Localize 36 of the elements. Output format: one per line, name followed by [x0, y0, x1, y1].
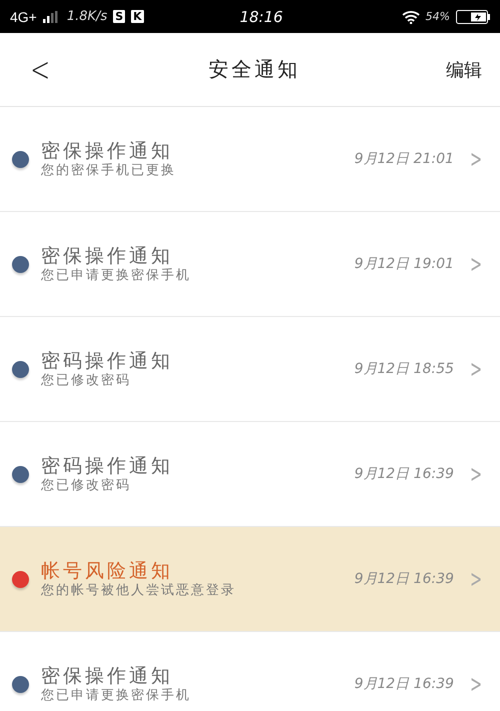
- notification-item[interactable]: 帐号风险通知 您的帐号被他人尝试恶意登录 9月12日 16:39 >: [0, 527, 500, 632]
- notification-time: 9月12日 16:39: [354, 675, 454, 693]
- network-type: 4G+: [10, 8, 37, 24]
- battery-percent: 54%: [426, 10, 450, 23]
- chevron-icon: >: [470, 250, 482, 278]
- back-button[interactable]: <: [24, 50, 56, 90]
- notification-message: 您的帐号被他人尝试恶意登录: [41, 582, 237, 598]
- notification-title: 密保操作通知: [41, 140, 174, 163]
- network-speed: 1.8K/s: [66, 9, 108, 24]
- app-notification-badge: S: [113, 10, 126, 23]
- app-notification-badge: K: [131, 10, 144, 23]
- notification-message: 您已申请更换密保手机: [41, 688, 192, 704]
- clock: 18:16: [240, 8, 283, 26]
- notification-message: 您已修改密码: [41, 478, 132, 494]
- wifi-icon: [402, 10, 420, 24]
- edit-button[interactable]: 编辑: [446, 58, 482, 82]
- notification-title: 密码操作通知: [41, 350, 174, 373]
- battery-icon: [456, 10, 490, 24]
- notification-time: 9月12日 21:01: [354, 150, 454, 168]
- notification-time: 9月12日 16:39: [354, 570, 454, 588]
- notification-message: 您已申请更换密保手机: [41, 268, 192, 284]
- notification-time: 9月12日 18:55: [354, 360, 454, 378]
- chevron-icon: >: [470, 460, 482, 488]
- page-title: 安全通知: [208, 56, 300, 83]
- notification-message: 您已修改密码: [41, 372, 132, 388]
- chevron-icon: >: [470, 145, 482, 173]
- notification-title: 密保操作通知: [41, 664, 174, 688]
- notification-time: 9月12日 19:01: [354, 255, 454, 273]
- notification-message: 您的密保手机已更换: [41, 162, 177, 178]
- chevron-icon: >: [470, 670, 482, 698]
- notification-title: 密码操作通知: [41, 454, 174, 478]
- chevron-icon: >: [470, 355, 482, 383]
- notification-title: 帐号风险通知: [41, 560, 174, 583]
- notification-title: 密保操作通知: [41, 244, 174, 268]
- chevron-icon: >: [470, 565, 482, 593]
- notification-time: 9月12日 16:39: [354, 465, 454, 483]
